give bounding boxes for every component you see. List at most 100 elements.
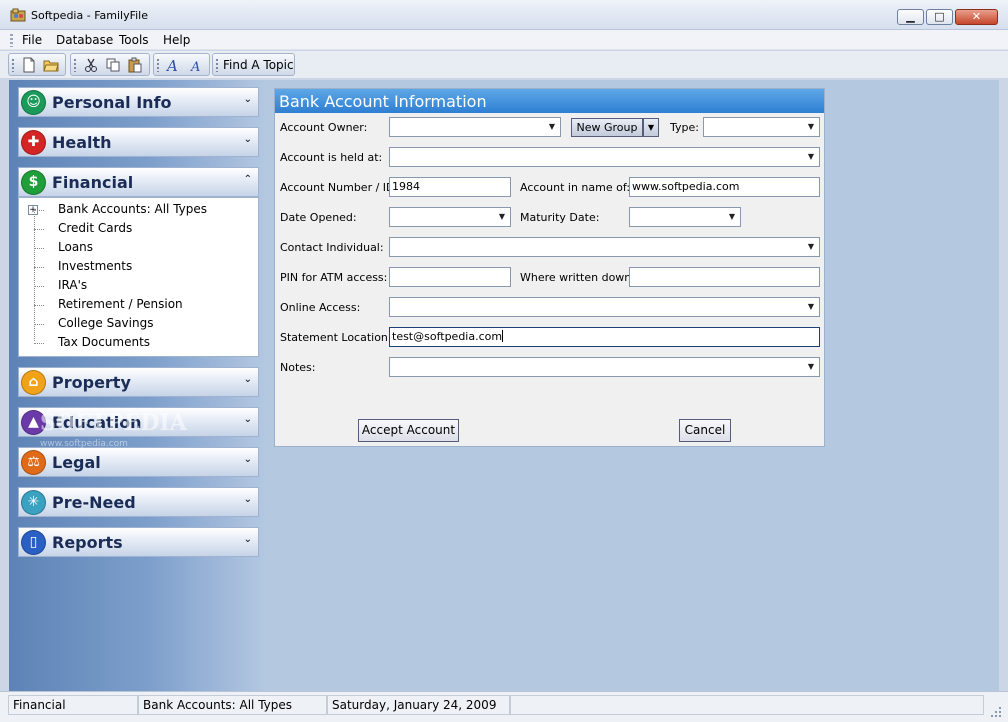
chevron-down-icon: ⌄ bbox=[243, 374, 252, 385]
dropdown-arrow-icon: ▼ bbox=[728, 212, 736, 221]
account-owner-combo[interactable]: ▼ bbox=[389, 117, 561, 137]
font-increase-icon[interactable]: A bbox=[166, 57, 182, 73]
nav-property[interactable]: ⌂ Property ⌄ bbox=[18, 367, 259, 397]
copy-icon[interactable] bbox=[105, 57, 121, 73]
close-button[interactable]: ✕ bbox=[955, 9, 998, 25]
new-group-dropdown-button[interactable]: ▼ bbox=[643, 118, 659, 137]
document-icon: ▯ bbox=[21, 530, 46, 555]
tree-connector bbox=[34, 248, 44, 249]
dialog-header: Bank Account Information bbox=[275, 89, 824, 113]
title-bar: Softpedia - FamilyFile ▁ □ ✕ bbox=[0, 0, 1008, 30]
nav-financial[interactable]: $ Financial ⌃ bbox=[18, 167, 259, 197]
nav-pre-need[interactable]: ✳ Pre-Need ⌄ bbox=[18, 487, 259, 517]
toolbar-grip[interactable] bbox=[157, 59, 159, 72]
new-document-icon[interactable] bbox=[21, 57, 37, 73]
accept-account-button[interactable]: Accept Account bbox=[358, 419, 459, 442]
chevron-down-icon: ⌄ bbox=[243, 94, 252, 105]
maturity-date-label: Maturity Date: bbox=[520, 211, 600, 224]
paste-icon[interactable] bbox=[127, 57, 143, 73]
tree-connector bbox=[34, 324, 44, 325]
cut-icon[interactable] bbox=[83, 57, 99, 73]
nav-personal-info[interactable]: ☺ Personal Info ⌄ bbox=[18, 87, 259, 117]
tree-connector bbox=[34, 286, 44, 287]
menu-bar: File Database Tools Help bbox=[0, 30, 1008, 50]
caduceus-icon: ✳ bbox=[21, 490, 46, 515]
dropdown-arrow-icon: ▼ bbox=[498, 212, 506, 221]
text-cursor bbox=[502, 330, 504, 342]
status-empty bbox=[510, 695, 984, 715]
menu-database[interactable]: Database bbox=[53, 32, 116, 48]
chevron-down-icon: ⌄ bbox=[243, 134, 252, 145]
window-title: Softpedia - FamilyFile bbox=[31, 9, 148, 22]
resize-grip-icon[interactable] bbox=[990, 706, 1002, 718]
maximize-icon: □ bbox=[934, 10, 945, 23]
font-decrease-icon[interactable]: A bbox=[189, 57, 205, 73]
chevron-down-icon: ⌄ bbox=[243, 494, 252, 505]
menu-tools[interactable]: Tools bbox=[116, 32, 152, 48]
account-number-field[interactable]: 1984 bbox=[389, 177, 511, 197]
held-at-combo[interactable]: ▼ bbox=[389, 147, 820, 167]
maximize-button[interactable]: □ bbox=[926, 9, 953, 25]
dropdown-arrow-icon: ▼ bbox=[807, 362, 815, 371]
status-bar: Financial Bank Accounts: All Types Satur… bbox=[0, 691, 1008, 722]
tree-item-college-savings[interactable]: College Savings bbox=[58, 316, 153, 331]
open-folder-icon[interactable] bbox=[43, 57, 59, 73]
new-group-button[interactable]: New Group bbox=[571, 118, 643, 137]
svg-text:A: A bbox=[190, 60, 200, 73]
toolbar-font-group: A A bbox=[153, 53, 210, 76]
type-label: Type: bbox=[670, 121, 699, 134]
app-icon bbox=[10, 8, 26, 22]
tree-connector bbox=[34, 267, 44, 268]
chevron-down-icon: ⌄ bbox=[243, 534, 252, 545]
tree-item-loans[interactable]: Loans bbox=[58, 240, 93, 255]
tree-item-tax-documents[interactable]: Tax Documents bbox=[58, 335, 150, 350]
find-topic-button[interactable]: Find A Topic bbox=[212, 53, 295, 76]
person-icon: ☺ bbox=[21, 90, 46, 115]
pin-label: PIN for ATM access: bbox=[280, 271, 388, 284]
type-combo[interactable]: ▼ bbox=[703, 117, 820, 137]
toolbar-grip[interactable] bbox=[12, 59, 14, 72]
statement-location-field[interactable]: test@softpedia.com bbox=[389, 327, 820, 347]
date-opened-picker[interactable]: ▼ bbox=[389, 207, 511, 227]
tree-item-iras[interactable]: IRA's bbox=[58, 278, 87, 293]
notes-combo[interactable]: ▼ bbox=[389, 357, 820, 377]
tree-connector bbox=[34, 305, 44, 306]
tree-item-investments[interactable]: Investments bbox=[58, 259, 132, 274]
statement-location-label: Statement Location: bbox=[280, 331, 392, 344]
watermark: SOFTPEDIA bbox=[40, 410, 187, 436]
financial-tree: + Bank Accounts: All Types Credit Cards … bbox=[18, 197, 259, 357]
account-name-field[interactable]: www.softpedia.com bbox=[629, 177, 820, 197]
minimize-icon: ▁ bbox=[906, 10, 915, 23]
cancel-button[interactable]: Cancel bbox=[679, 419, 731, 442]
tree-item-credit-cards[interactable]: Credit Cards bbox=[58, 221, 132, 236]
toolbar: A A Find A Topic bbox=[0, 51, 1008, 78]
maturity-date-picker[interactable]: ▼ bbox=[629, 207, 741, 227]
toolbar-grip[interactable] bbox=[216, 59, 218, 72]
written-down-label: Where written down: bbox=[520, 271, 635, 284]
nav-legal[interactable]: ⚖ Legal ⌄ bbox=[18, 447, 259, 477]
toolbar-grip[interactable] bbox=[74, 59, 76, 72]
account-name-label: Account in name of: bbox=[520, 181, 631, 194]
contact-combo[interactable]: ▼ bbox=[389, 237, 820, 257]
statement-location-value: test@softpedia.com bbox=[392, 330, 503, 343]
pin-field[interactable] bbox=[389, 267, 511, 287]
watermark-url: www.softpedia.com bbox=[40, 439, 128, 449]
menu-help[interactable]: Help bbox=[160, 32, 193, 48]
tree-connector bbox=[34, 229, 44, 230]
tree-connector bbox=[34, 210, 44, 211]
online-access-label: Online Access: bbox=[280, 301, 361, 314]
tree-item-retirement[interactable]: Retirement / Pension bbox=[58, 297, 183, 312]
minimize-button[interactable]: ▁ bbox=[897, 9, 924, 25]
menu-grip[interactable] bbox=[10, 34, 13, 47]
menu-file[interactable]: File bbox=[19, 32, 45, 48]
written-down-field[interactable] bbox=[629, 267, 820, 287]
nav-reports[interactable]: ▯ Reports ⌄ bbox=[18, 527, 259, 557]
nav-label: Personal Info bbox=[52, 93, 172, 112]
status-subsection: Bank Accounts: All Types bbox=[138, 695, 327, 715]
nav-label: Financial bbox=[52, 173, 134, 192]
tree-item-bank-accounts[interactable]: Bank Accounts: All Types bbox=[58, 202, 207, 217]
nav-label: Property bbox=[52, 373, 131, 392]
nav-label: Legal bbox=[52, 453, 101, 472]
online-access-combo[interactable]: ▼ bbox=[389, 297, 820, 317]
nav-health[interactable]: ✚ Health ⌄ bbox=[18, 127, 259, 157]
